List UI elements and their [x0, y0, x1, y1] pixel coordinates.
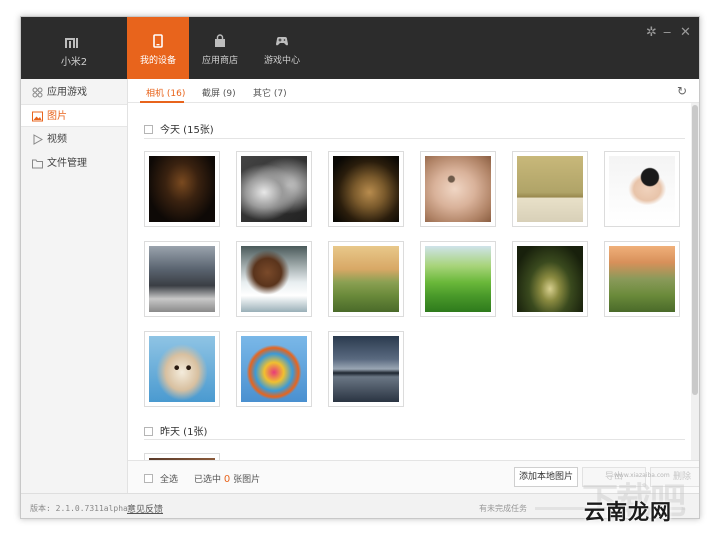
photo-thumbnail[interactable]: [236, 241, 312, 317]
section-header-today: 今天 (15张): [144, 121, 214, 136]
forest-path: [517, 246, 583, 312]
scrollbar[interactable]: [691, 103, 699, 475]
device-panel[interactable]: 小米2: [21, 17, 127, 79]
select-all-label: 全选: [160, 475, 179, 485]
section-checkbox[interactable]: [144, 427, 153, 436]
sidebar-item-label: 应用游戏: [47, 87, 87, 98]
photo-thumbnail[interactable]: [144, 241, 220, 317]
play-icon: [33, 134, 43, 145]
green-rolling-hills: [425, 246, 491, 312]
select-all-checkbox[interactable]: 全选: [144, 472, 178, 485]
sidebar-item-apps[interactable]: 应用游戏: [21, 81, 127, 104]
apps-icon: [32, 87, 43, 98]
section-title: 昨天 (1张): [160, 427, 208, 438]
sidebar-item-videos[interactable]: 视频: [21, 128, 127, 151]
top-bar: 小米2 我的设备 应用商店 游戏中心 ✲ ‒ ✕: [21, 17, 699, 79]
feedback-link[interactable]: 意见反馈: [127, 502, 163, 515]
photo-thumbnail[interactable]: [420, 241, 496, 317]
settings-icon[interactable]: ✲: [646, 26, 657, 39]
tab-camera[interactable]: 相机 (16): [146, 86, 185, 99]
gamepad-icon: [276, 37, 288, 46]
watermark-url: www.xiazaiba.com: [614, 472, 670, 479]
selection-status: 已选中 0 张图片: [194, 472, 260, 485]
photo-thumbnail[interactable]: [604, 241, 680, 317]
sidebar-item-files[interactable]: 文件管理: [21, 152, 127, 175]
tuscany-landscape: [609, 246, 675, 312]
photo-thumbnail[interactable]: [328, 241, 404, 317]
app-window: 小米2 我的设备 应用商店 游戏中心 ✲ ‒ ✕ 应用游戏 图片 视频 文件管理…: [20, 16, 700, 519]
photo-thumbnail[interactable]: [328, 331, 404, 407]
watermark-text: 云南龙网: [584, 500, 672, 524]
subtab-bar: 相机 (16) 截屏 (9) 其它 (7) ↻: [128, 79, 699, 103]
tab-screenshots[interactable]: 截屏 (9): [202, 86, 236, 99]
section-checkbox[interactable]: [144, 125, 153, 134]
refresh-icon[interactable]: ↻: [677, 84, 687, 98]
photo-thumbnail[interactable]: [144, 151, 220, 227]
add-local-images-button[interactable]: 添加本地图片: [514, 467, 578, 487]
man-reading-book: [149, 156, 215, 222]
photo-thumbnail[interactable]: [144, 331, 220, 407]
photo-thumbnail[interactable]: [512, 151, 588, 227]
sidebar-item-label: 图片: [47, 111, 67, 122]
close-icon[interactable]: ✕: [680, 26, 691, 39]
pending-tasks-label[interactable]: 有未完成任务: [479, 503, 527, 514]
divider: [144, 439, 685, 440]
tab-game-center[interactable]: 游戏中心: [251, 17, 313, 79]
selected-suffix: 张图片: [233, 475, 261, 485]
section-title: 今天 (15张): [160, 125, 214, 136]
minimize-icon[interactable]: ‒: [663, 26, 671, 39]
photo-thumbnail[interactable]: [420, 151, 496, 227]
phone-icon: [153, 34, 163, 48]
sidebar-item-label: 视频: [47, 134, 67, 145]
mi-logo-icon: [65, 36, 79, 48]
watermark: 下载吧 www.xiazaiba.com 云南龙网: [582, 472, 707, 530]
selected-prefix: 已选中: [194, 475, 222, 485]
active-tab-indicator: [140, 101, 184, 103]
section-header-yesterday: 昨天 (1张): [144, 423, 207, 438]
tab-label: 应用商店: [201, 56, 238, 66]
toddler-in-white: [609, 156, 675, 222]
image-icon: [32, 111, 43, 122]
tab-label: 我的设备: [139, 56, 176, 66]
sidebar-item-images[interactable]: 图片: [21, 104, 127, 127]
checkbox[interactable]: [144, 474, 153, 483]
photo-thumbnail[interactable]: [512, 241, 588, 317]
city-bridge-waterfront: [333, 336, 399, 402]
tab-my-device[interactable]: 我的设备: [127, 17, 189, 79]
tab-label: 游戏中心: [263, 56, 300, 66]
version-label: 版本: 2.1.0.7311alpha: [30, 504, 128, 513]
shopping-bag-icon: [215, 34, 225, 47]
sidebar: 应用游戏 图片 视频 文件管理: [21, 79, 128, 493]
folder-icon: [32, 159, 43, 169]
device-name: 小米2: [60, 57, 88, 68]
smoking-old-man: [333, 156, 399, 222]
golden-hills: [333, 246, 399, 312]
tab-app-store[interactable]: 应用商店: [189, 17, 251, 79]
woman-eye-closeup: [425, 156, 491, 222]
photo-thumbnail[interactable]: [236, 151, 312, 227]
sidebar-item-label: 文件管理: [47, 158, 87, 169]
child-with-coins: [517, 156, 583, 222]
bear-in-waterfall: [241, 246, 307, 312]
worn-boots: [241, 156, 307, 222]
puppy-portrait: [149, 336, 215, 402]
scrollbar-thumb[interactable]: [692, 105, 698, 395]
photo-thumbnail[interactable]: [328, 151, 404, 227]
office-desk-scene: [149, 246, 215, 312]
selected-count: 0: [223, 474, 231, 485]
hot-air-balloon: [241, 336, 307, 402]
photo-thumbnail[interactable]: [604, 151, 680, 227]
tab-others[interactable]: 其它 (7): [253, 86, 287, 99]
divider: [144, 138, 685, 139]
main-panel: 相机 (16) 截屏 (9) 其它 (7) ↻ 今天 (15张) 昨天 (1张): [128, 79, 699, 493]
photo-thumbnail[interactable]: [236, 331, 312, 407]
